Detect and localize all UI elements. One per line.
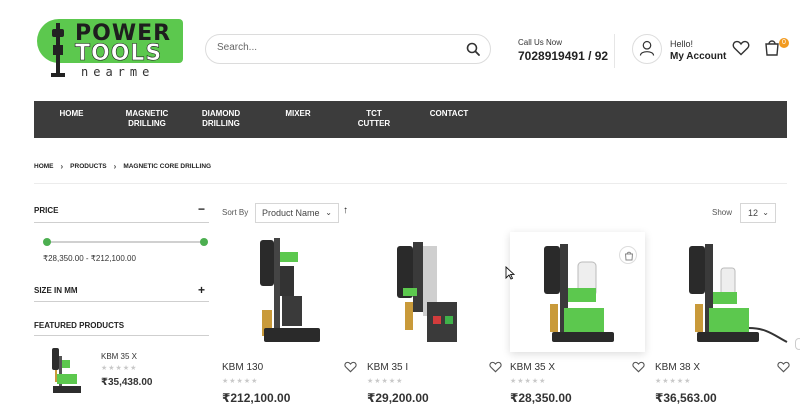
sort-value: Product Name: [262, 208, 320, 218]
main-nav: Home MAGNETIC DRILLING DIAMOND DRILLING …: [34, 101, 787, 138]
breadcrumb-divider: [34, 183, 787, 184]
show-count-select[interactable]: 12 ⌄: [740, 203, 776, 223]
account-link[interactable]: Hello! My Account: [670, 39, 726, 62]
featured-product-price: ₹35,438.00: [101, 377, 153, 388]
featured-products-title: FEATURED PRODUCTS: [34, 321, 125, 330]
sort-select[interactable]: Product Name ⌄: [255, 203, 339, 223]
cart-count-badge: 0: [779, 38, 789, 48]
heart-icon[interactable]: [632, 361, 645, 373]
quick-view-button[interactable]: [619, 246, 637, 264]
featured-product-rating: ★★★★★: [101, 365, 138, 372]
nav-item-label: MAGNETIC: [125, 109, 169, 118]
scroll-handle[interactable]: [795, 338, 800, 350]
search-icon[interactable]: [466, 42, 480, 56]
featured-product-name[interactable]: KBM 35 X: [101, 352, 137, 361]
call-label: Call Us Now: [518, 38, 563, 47]
sidebar-divider: [34, 301, 209, 302]
nav-item-label: TCT CUTTER: [357, 109, 391, 128]
product-price: ₹28,350.00: [510, 391, 572, 405]
breadcrumb-current: MAGNETIC CORE DRILLING: [123, 163, 212, 170]
mouse-cursor-icon: [505, 266, 515, 280]
sort-label: Sort By: [222, 208, 249, 217]
product-card[interactable]: KBM 35 I ★★★★★ ₹29,200.00: [367, 232, 502, 406]
product-name[interactable]: KBM 35 I: [367, 362, 408, 373]
heart-icon[interactable]: [344, 361, 357, 373]
nav-item-home[interactable]: Home: [59, 109, 84, 119]
site-header: POWER TOOLS nearme Call Us Now 702891949…: [0, 0, 800, 100]
product-image[interactable]: [367, 232, 502, 352]
chevron-right-icon: ›: [113, 162, 117, 171]
price-slider-track[interactable]: [46, 241, 204, 243]
call-number[interactable]: 7028919491 / 92: [518, 49, 608, 63]
product-image[interactable]: [655, 232, 790, 352]
nav-item-tct-cutter[interactable]: TCT CUTTER: [349, 109, 399, 129]
product-rating: ★★★★★: [222, 378, 259, 385]
heart-icon[interactable]: [489, 361, 502, 373]
collapse-icon[interactable]: −: [198, 203, 205, 215]
featured-product-image[interactable]: [43, 346, 85, 396]
heart-icon[interactable]: [732, 40, 750, 56]
show-label: Show: [712, 208, 733, 217]
product-name[interactable]: KBM 38 X: [655, 362, 700, 373]
price-filter-title[interactable]: PRICE: [34, 206, 58, 215]
header-divider: [614, 34, 615, 68]
product-card[interactable]: KBM 35 X ★★★★★ ₹28,350.00: [510, 232, 645, 406]
site-logo[interactable]: POWER TOOLS nearme: [37, 19, 185, 81]
price-slider-min-handle[interactable]: [43, 238, 51, 246]
nav-item-diamond-drilling[interactable]: DIAMOND DRILLING: [198, 109, 244, 129]
chevron-right-icon: ›: [60, 162, 64, 171]
product-card[interactable]: KBM 130 ★★★★★ ₹212,100.00: [222, 232, 357, 406]
product-name[interactable]: KBM 130: [222, 362, 263, 373]
breadcrumb: HOME › PRODUCTS › MAGNETIC CORE DRILLING: [34, 162, 211, 171]
drill-tower-icon: [51, 23, 65, 79]
nav-item-label: DIAMOND: [201, 109, 241, 118]
breadcrumb-products[interactable]: PRODUCTS: [70, 163, 106, 170]
show-value: 12: [748, 208, 759, 218]
price-range-text: ₹28,350.00 - ₹212,100.00: [43, 254, 136, 263]
nav-item-label-2: DRILLING: [128, 119, 166, 128]
user-icon[interactable]: [632, 34, 662, 64]
bag-icon: [624, 251, 634, 261]
nav-item-label: CONTACT: [429, 109, 469, 118]
call-us: Call Us Now 7028919491 / 92: [518, 38, 608, 63]
nav-item-label: MIXER: [285, 109, 311, 118]
product-rating: ★★★★★: [655, 378, 692, 385]
nav-item-label: Home: [59, 109, 84, 118]
product-price: ₹29,200.00: [367, 391, 429, 405]
nav-item-magnetic-drilling[interactable]: MAGNETIC DRILLING: [122, 109, 172, 129]
product-price: ₹36,563.00: [655, 391, 717, 405]
nav-item-label-2: DRILLING: [202, 119, 240, 128]
heart-icon[interactable]: [777, 361, 790, 373]
product-name[interactable]: KBM 35 X: [510, 362, 555, 373]
logo-text-tools: TOOLS: [75, 41, 163, 67]
search-bar: [205, 34, 491, 64]
sidebar-divider: [34, 335, 209, 336]
sort-direction-icon[interactable]: ↑: [343, 205, 348, 216]
account-greeting: Hello!: [670, 39, 694, 49]
chevron-down-icon: ⌄: [762, 208, 769, 217]
nav-item-mixer[interactable]: MIXER: [282, 109, 314, 119]
product-rating: ★★★★★: [510, 378, 547, 385]
sidebar-divider: [34, 222, 209, 223]
breadcrumb-home[interactable]: HOME: [34, 163, 54, 170]
expand-icon[interactable]: +: [198, 284, 205, 296]
product-card[interactable]: KBM 38 X ★★★★★ ₹36,563.00: [655, 232, 790, 406]
chevron-down-icon: ⌄: [325, 208, 332, 217]
product-price: ₹212,100.00: [222, 391, 291, 405]
price-slider-max-handle[interactable]: [200, 238, 208, 246]
logo-text-nearme: nearme: [81, 65, 155, 79]
size-filter-title[interactable]: SIZE IN MM: [34, 286, 78, 295]
nav-item-contact[interactable]: CONTACT: [428, 109, 470, 119]
product-image[interactable]: [222, 232, 357, 352]
account-label: My Account: [670, 51, 727, 62]
search-input[interactable]: [217, 42, 457, 53]
product-rating: ★★★★★: [367, 378, 404, 385]
